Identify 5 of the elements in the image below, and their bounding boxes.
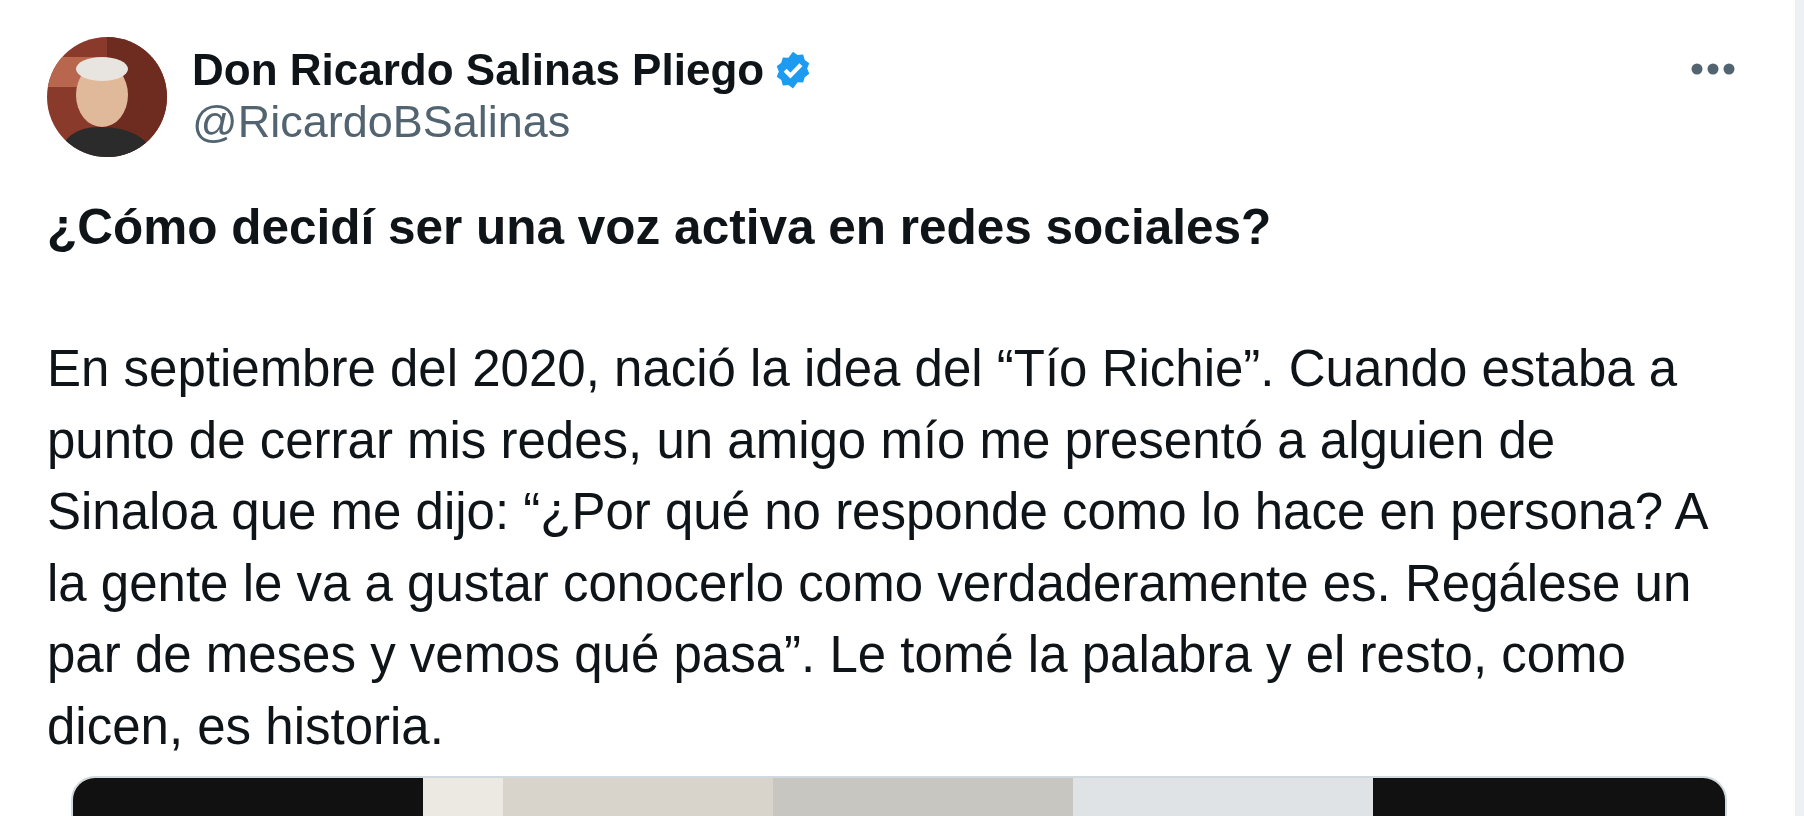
more-options-icon[interactable] [1691, 63, 1735, 75]
post-heading: ¿Cómo decidí ser una voz activa en redes sociales? [47, 199, 1273, 255]
author-name[interactable]: Don Ricardo Salinas Pliego [192, 45, 765, 95]
post-text: En septiembre del 2020, nació la idea del “Tío Richie”. Cuando estaba a punto de cerrar mis redes, un amigo mío me presentó a alguien de Sinaloa que me dijo: “¿Por qué no responde como lo hace en persona? A la gente le va a gustar conocerlo como verdaderamente es. Regálese un par de meses y vemos qué pasa”. Le tomé la palabra y el resto, como dicen, es historia. [47, 339, 1710, 757]
author-handle[interactable]: @RicardoBSalinas [192, 95, 1666, 149]
